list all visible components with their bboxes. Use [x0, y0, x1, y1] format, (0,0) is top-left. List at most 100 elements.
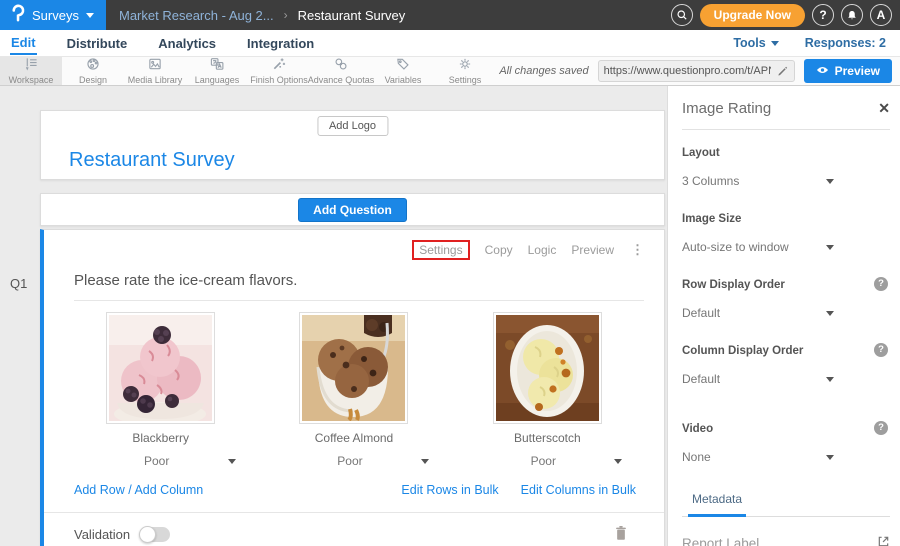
survey-header-card: Add Logo Restaurant Survey: [40, 110, 665, 180]
upgrade-now-button[interactable]: Upgrade Now: [700, 4, 805, 27]
chevron-down-icon: [826, 377, 834, 382]
validation-toggle[interactable]: [140, 527, 170, 542]
column-display-order-field: Column Display Order ? Default: [682, 345, 890, 389]
help-icon[interactable]: ?: [874, 343, 888, 357]
image-size-dropdown[interactable]: Auto-size to window: [682, 237, 834, 257]
coffee-almond-ice-cream-image[interactable]: [299, 312, 408, 424]
row-display-order-field: Row Display Order ? Default: [682, 279, 890, 323]
search-button[interactable]: [671, 4, 693, 26]
toolbar-item-workspace[interactable]: Workspace: [0, 57, 62, 85]
chevron-down-icon: [826, 245, 834, 250]
question-actions: Settings Copy Logic Preview ⋮: [64, 230, 644, 260]
external-link-icon[interactable]: [877, 535, 890, 546]
toolbar-item-advance-quotas[interactable]: Advance Quotas: [310, 57, 372, 85]
workspace-icon: [24, 57, 38, 74]
rating-item-label[interactable]: Butterscotch: [514, 431, 581, 445]
add-logo-button[interactable]: Add Logo: [317, 116, 388, 136]
brand-area[interactable]: Surveys: [0, 0, 106, 30]
question-card: Settings Copy Logic Preview ⋮ Please rat…: [40, 229, 665, 546]
breadcrumb-folder[interactable]: Market Research - Aug 2...: [119, 8, 274, 23]
validation-label: Validation: [74, 527, 130, 542]
rating-item: Butterscotch Poor: [451, 312, 644, 468]
nav-tab-edit[interactable]: Edit: [10, 31, 37, 55]
help-icon[interactable]: ?: [874, 421, 888, 435]
toolbar-item-finish-options[interactable]: Finish Options: [248, 57, 310, 85]
column-display-order-dropdown[interactable]: Default: [682, 369, 834, 389]
help-icon[interactable]: ?: [874, 277, 888, 291]
question-settings-panel: Image Rating ✕ Layout 3 Columns Image Si…: [667, 86, 900, 546]
edit-url-pencil-icon[interactable]: [771, 64, 794, 79]
tools-menu[interactable]: Tools: [733, 36, 778, 50]
questionpro-logo-icon: [10, 4, 25, 26]
toolbar-item-media-library[interactable]: Media Library: [124, 57, 186, 85]
divider: [682, 129, 890, 130]
layout-field: Layout 3 Columns: [682, 147, 890, 191]
tab-metadata[interactable]: Metadata: [688, 492, 746, 517]
chevron-down-icon: [228, 459, 236, 464]
add-row-column-link[interactable]: Add Row / Add Column: [74, 483, 203, 497]
more-options-icon[interactable]: ⋮: [631, 242, 644, 258]
toolbar-item-settings[interactable]: Settings: [434, 57, 496, 85]
survey-nav: Edit Distribute Analytics Integration To…: [0, 30, 900, 56]
notifications-button[interactable]: [841, 4, 863, 26]
preview-button[interactable]: Preview: [804, 59, 892, 83]
rating-dropdown[interactable]: Poor: [279, 454, 429, 468]
avatar[interactable]: A: [870, 4, 892, 26]
divider: [74, 300, 644, 301]
palette-icon: [86, 57, 100, 74]
add-question-button[interactable]: Add Question: [298, 198, 407, 222]
chevron-down-icon: [826, 455, 834, 460]
toolbar-item-variables[interactable]: Variables: [372, 57, 434, 85]
report-label-input[interactable]: Report Label: [682, 535, 890, 546]
question-number: Q1: [10, 276, 27, 291]
toolbar-item-languages[interactable]: Languages: [186, 57, 248, 85]
chevron-down-icon: [826, 311, 834, 316]
nav-tab-distribute[interactable]: Distribute: [66, 32, 129, 54]
survey-url: https://www.questionpro.com/t/APNrFZ: [599, 65, 771, 77]
rating-item: Blackberry Poor: [64, 312, 257, 468]
layout-dropdown[interactable]: 3 Columns: [682, 171, 834, 191]
breadcrumb-separator: ›: [284, 8, 288, 22]
image-icon: [148, 57, 162, 74]
question-copy-button[interactable]: Copy: [485, 243, 513, 257]
save-status: All changes saved: [499, 65, 588, 77]
nav-tab-integration[interactable]: Integration: [246, 32, 315, 54]
gear-icon: [458, 57, 472, 74]
butterscotch-ice-cream-image[interactable]: [493, 312, 602, 424]
delete-question-button[interactable]: [614, 525, 628, 544]
tag-icon: [396, 57, 410, 74]
rating-dropdown[interactable]: Poor: [86, 454, 236, 468]
chain-links-icon: [334, 57, 348, 74]
question-settings-button[interactable]: Settings: [412, 240, 469, 260]
breadcrumb: Market Research - Aug 2... › Restaurant …: [106, 0, 671, 30]
question-preview-button[interactable]: Preview: [571, 243, 614, 257]
row-display-order-dropdown[interactable]: Default: [682, 303, 834, 323]
blackberry-ice-cream-image[interactable]: [106, 312, 215, 424]
rating-item-label[interactable]: Blackberry: [132, 431, 189, 445]
panel-title: Image Rating: [682, 100, 771, 117]
toolbar-item-design[interactable]: Design: [62, 57, 124, 85]
help-button[interactable]: ?: [812, 4, 834, 26]
rating-item-label[interactable]: Coffee Almond: [315, 431, 394, 445]
close-icon[interactable]: ✕: [878, 100, 890, 117]
edit-rows-bulk-link[interactable]: Edit Rows in Bulk: [401, 483, 498, 497]
metadata-tabs: Metadata: [682, 491, 890, 517]
top-actions: Upgrade Now ? A: [671, 0, 900, 30]
breadcrumb-survey[interactable]: Restaurant Survey: [298, 8, 406, 23]
video-dropdown[interactable]: None: [682, 447, 834, 467]
survey-canvas: Add Logo Restaurant Survey Add Question …: [0, 86, 667, 546]
responses-link[interactable]: Responses: 2: [805, 36, 886, 50]
product-name: Surveys: [32, 8, 79, 23]
eye-icon: [816, 64, 829, 78]
edit-toolbar: Workspace Design Media Library Languages…: [0, 56, 900, 86]
question-text[interactable]: Please rate the ice-cream flavors.: [74, 272, 644, 289]
edit-columns-bulk-link[interactable]: Edit Columns in Bulk: [521, 483, 636, 497]
survey-url-field[interactable]: https://www.questionpro.com/t/APNrFZ: [598, 60, 795, 82]
survey-title[interactable]: Restaurant Survey: [69, 149, 235, 172]
nav-tab-analytics[interactable]: Analytics: [157, 32, 217, 54]
rating-dropdown[interactable]: Poor: [472, 454, 622, 468]
top-bar: Surveys Market Research - Aug 2... › Res…: [0, 0, 900, 30]
question-logic-button[interactable]: Logic: [528, 243, 557, 257]
chevron-down-icon: [614, 459, 622, 464]
image-size-field: Image Size Auto-size to window: [682, 213, 890, 257]
